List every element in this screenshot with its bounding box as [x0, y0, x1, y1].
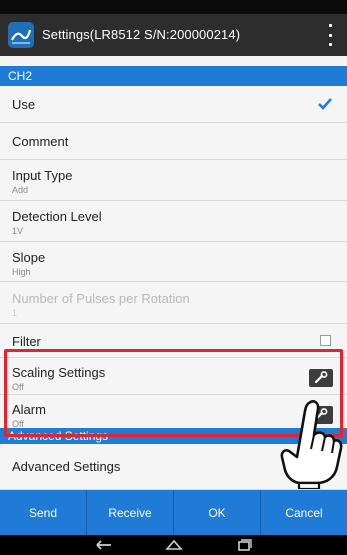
home-icon[interactable]: [164, 538, 184, 552]
system-navigation-bar: [0, 535, 347, 555]
pointing-hand-icon: [280, 400, 343, 489]
detection-level-value: 1V: [12, 226, 24, 236]
action-bar: Settings(LR8512 S/N:200000214): [0, 14, 347, 56]
slope-label: Slope: [12, 250, 46, 265]
app-title: Settings(LR8512 S/N:200000214): [42, 27, 241, 42]
filter-checkbox[interactable]: [320, 335, 331, 346]
input-type-value: Add: [12, 185, 29, 195]
filter-label: Filter: [12, 334, 41, 349]
row-comment[interactable]: Comment: [0, 123, 347, 160]
row-slope[interactable]: Slope High: [0, 242, 347, 282]
use-label: Use: [12, 97, 36, 112]
slope-value: High: [12, 267, 31, 277]
screen: Settings(LR8512 S/N:200000214) CH2 Use C…: [0, 14, 347, 535]
advanced-settings-label: Advanced Settings: [12, 459, 121, 474]
row-pulses-per-rotation: Number of Pulses per Rotation 1: [0, 282, 347, 324]
bottom-button-bar: Send Receive OK Cancel: [0, 490, 347, 535]
section-header-ch2: CH2: [0, 66, 347, 86]
detection-level-label: Detection Level: [12, 209, 102, 224]
overflow-menu-icon[interactable]: [323, 24, 337, 46]
receive-button[interactable]: Receive: [87, 490, 174, 535]
back-icon[interactable]: [94, 538, 114, 552]
row-use[interactable]: Use: [0, 86, 347, 123]
ok-button[interactable]: OK: [174, 490, 261, 535]
pulses-value: 1: [12, 308, 18, 318]
app-logo-icon: [8, 22, 34, 48]
pulses-label: Number of Pulses per Rotation: [12, 291, 190, 306]
input-type-label: Input Type: [12, 168, 73, 183]
send-button[interactable]: Send: [0, 490, 87, 535]
recent-apps-icon[interactable]: [234, 538, 254, 552]
device-frame: Settings(LR8512 S/N:200000214) CH2 Use C…: [0, 0, 347, 555]
row-input-type[interactable]: Input Type Add: [0, 160, 347, 201]
cancel-button[interactable]: Cancel: [261, 490, 347, 535]
row-detection-level[interactable]: Detection Level 1V: [0, 201, 347, 242]
use-checkbox-checked-icon[interactable]: [317, 96, 333, 112]
comment-label: Comment: [12, 134, 69, 149]
